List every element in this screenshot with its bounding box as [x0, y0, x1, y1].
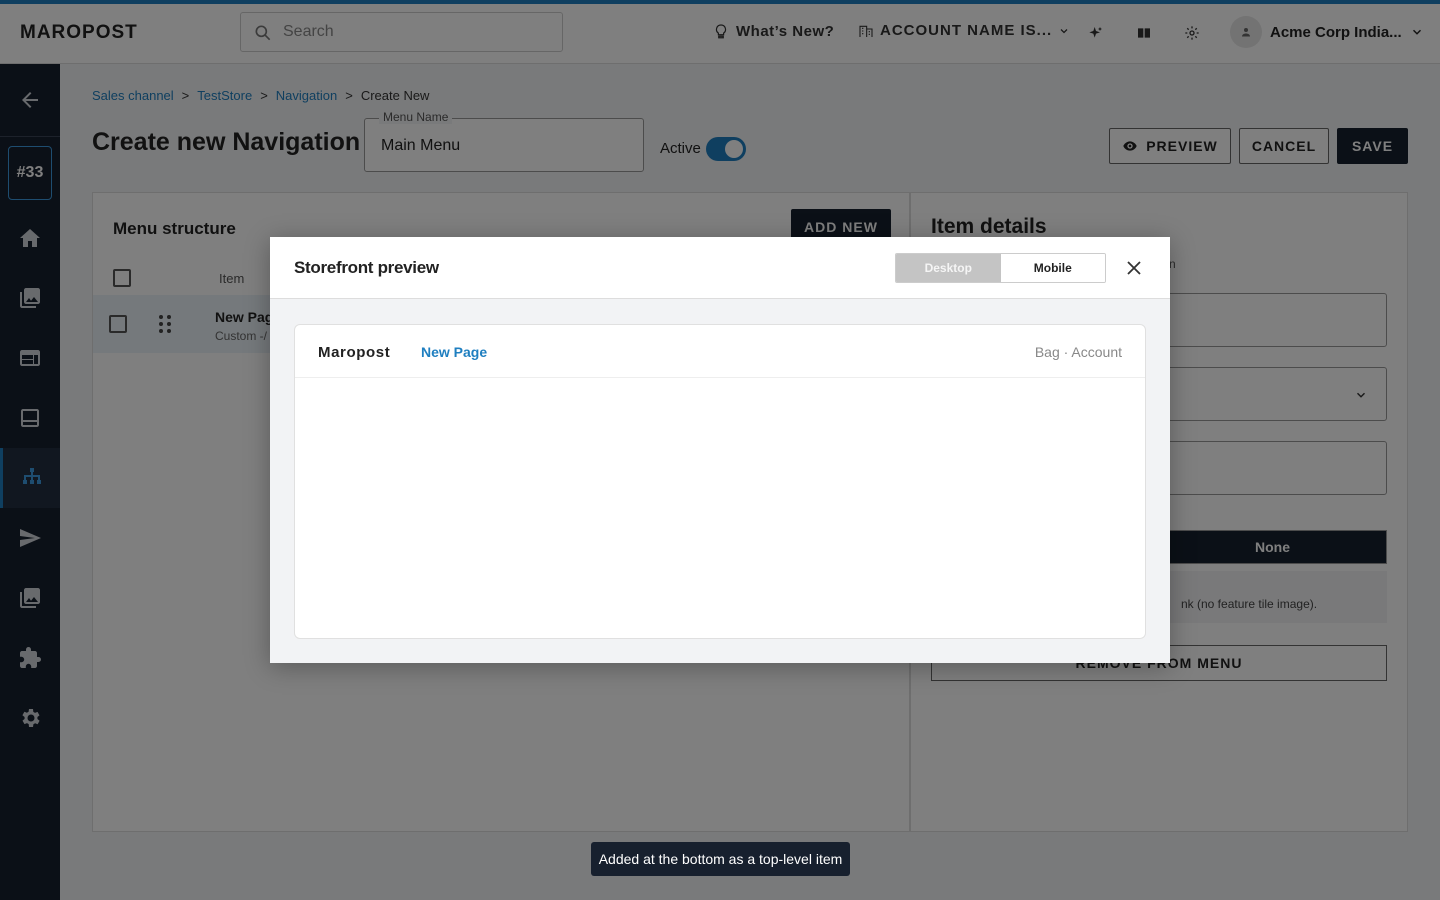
preview-nav-link[interactable]: New Page	[421, 344, 487, 360]
preview-right-links: Bag · Account	[1034, 344, 1122, 360]
toast-notification: Added at the bottom as a top-level item	[591, 842, 850, 876]
preview-nav-bar: Maropost New Page Bag · Account	[295, 325, 1145, 378]
storefront-preview-modal: Storefront preview Desktop Mobile Maropo…	[270, 237, 1170, 663]
close-modal-button[interactable]	[1123, 257, 1145, 279]
close-icon	[1127, 261, 1141, 275]
modal-header: Storefront preview Desktop Mobile	[270, 237, 1170, 299]
tab-mobile[interactable]: Mobile	[1000, 254, 1105, 282]
modal-title: Storefront preview	[294, 258, 439, 277]
device-toggle: Desktop Mobile	[895, 253, 1106, 283]
storefront-preview-frame: Maropost New Page Bag · Account	[294, 324, 1146, 639]
preview-brand: Maropost	[318, 344, 391, 361]
tab-desktop[interactable]: Desktop	[896, 254, 1001, 282]
